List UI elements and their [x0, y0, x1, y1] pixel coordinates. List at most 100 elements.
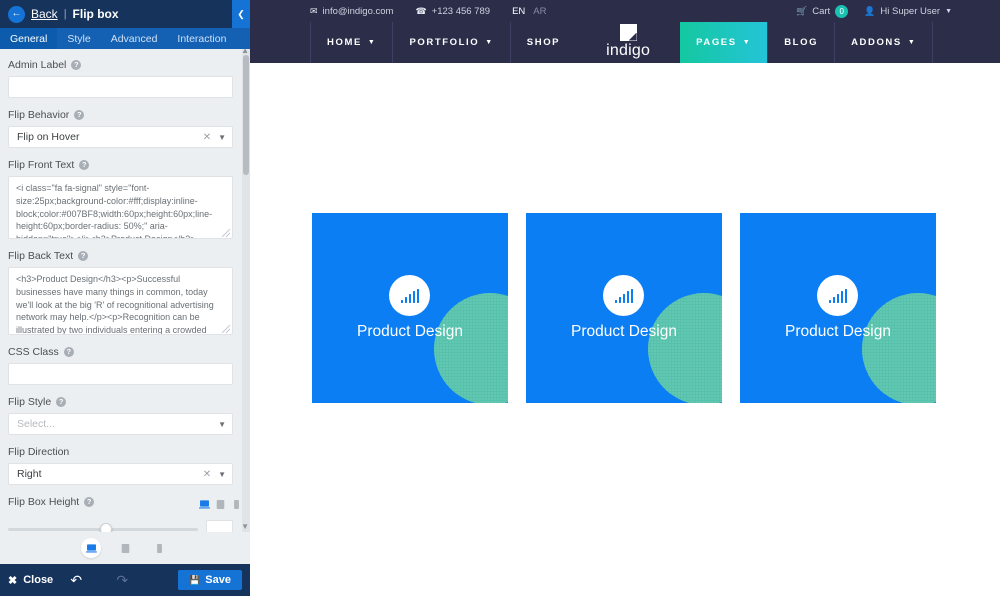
clear-icon[interactable]: ✕	[203, 469, 211, 480]
help-icon[interactable]: ?	[78, 251, 88, 261]
nav-item-portfolio[interactable]: PORTFOLIO ▼	[392, 22, 509, 63]
chevron-down-icon[interactable]: ▼	[218, 420, 226, 429]
tab-style[interactable]: Style	[57, 28, 100, 49]
help-icon[interactable]: ?	[74, 110, 84, 120]
flip-front-text-label: Flip Front Text ?	[8, 159, 242, 171]
help-icon[interactable]: ?	[56, 397, 66, 407]
back-button[interactable]: Back	[31, 7, 58, 21]
user-menu[interactable]: 👤 Hi Super User ▼	[864, 6, 952, 17]
flip-behavior-select[interactable]: Flip on Hover ✕ ▼	[8, 126, 233, 148]
signal-bars-icon	[817, 275, 858, 316]
save-button[interactable]: 💾 Save	[178, 570, 242, 590]
flip-front-text-value: <i class="fa fa-signal" style="font-size…	[16, 183, 212, 239]
shopping-cart-icon: 🛒	[796, 6, 807, 17]
nav-home-label: HOME	[327, 37, 362, 48]
chevron-down-icon[interactable]: ▼	[218, 470, 226, 479]
logo-text: indigo	[606, 42, 650, 60]
nav-item-pages[interactable]: PAGES ▼	[680, 22, 767, 63]
preview-mobile-button[interactable]	[149, 538, 169, 558]
card-content: Product Design	[785, 275, 891, 341]
resize-grip-icon[interactable]	[222, 229, 230, 237]
tab-interaction[interactable]: Interaction	[167, 28, 236, 49]
flip-front-text-textarea[interactable]: <i class="fa fa-signal" style="font-size…	[8, 176, 233, 239]
flip-box-row: Product Design Product Design	[312, 213, 936, 403]
flip-style-placeholder: Select...	[17, 418, 218, 430]
lang-ar[interactable]: AR	[533, 6, 546, 17]
cart-label: Cart	[812, 6, 830, 17]
save-label: Save	[205, 574, 231, 586]
user-label: Hi Super User	[880, 6, 940, 17]
flip-back-text-label: Flip Back Text ?	[8, 250, 242, 262]
settings-tabs: General Style Advanced Interaction	[0, 28, 250, 49]
resize-grip-icon[interactable]	[222, 325, 230, 333]
site-nav: HOME ▼ PORTFOLIO ▼ SHOP indigo PAGES ▼	[250, 22, 1000, 63]
flip-box-height-header: Flip Box Height ?	[8, 496, 242, 513]
tab-general[interactable]: General	[0, 28, 57, 49]
flip-box-card[interactable]: Product Design	[526, 213, 722, 403]
clear-icon[interactable]: ✕	[203, 132, 211, 143]
nav-item-blog[interactable]: BLOG	[767, 22, 834, 63]
admin-label-label: Admin Label ?	[8, 59, 242, 71]
flip-box-card[interactable]: Product Design	[312, 213, 508, 403]
flip-direction-select[interactable]: Right ✕ ▼	[8, 463, 233, 485]
settings-panel: Admin Label ? Flip Behavior ? Flip on Ho…	[0, 49, 250, 532]
undo-icon[interactable]: ↶	[53, 572, 99, 589]
height-slider[interactable]	[8, 522, 198, 532]
desktop-icon[interactable]	[199, 499, 210, 510]
chevron-left-icon[interactable]: ❮	[232, 0, 250, 28]
redo-icon[interactable]: ↷	[99, 572, 145, 589]
field-flip-back-text: Flip Back Text ? <h3>Product Design</h3>…	[8, 250, 242, 335]
admin-label-text: Admin Label	[8, 59, 66, 71]
flip-style-label: Flip Style ?	[8, 396, 242, 408]
flip-box-height-control	[8, 520, 242, 532]
nav-item-home[interactable]: HOME ▼	[310, 22, 392, 63]
help-icon[interactable]: ?	[64, 347, 74, 357]
field-flip-style: Flip Style ? Select... ▼	[8, 396, 242, 435]
arrow-left-icon[interactable]: ←	[8, 6, 25, 23]
settings-sidebar: ← Back | Flip box ❮ General Style Advanc…	[0, 0, 250, 596]
user-circle-icon: 👤	[864, 6, 875, 17]
help-icon[interactable]: ?	[79, 160, 89, 170]
slider-knob[interactable]	[100, 523, 112, 532]
site-logo[interactable]: indigo	[578, 22, 678, 63]
chevron-down-icon: ▼	[908, 39, 917, 46]
nav-item-addons[interactable]: ADDONS ▼	[834, 22, 933, 63]
scrollbar-thumb[interactable]	[243, 55, 249, 175]
signal-bars-icon	[603, 275, 644, 316]
chevron-down-icon[interactable]: ▼	[218, 133, 226, 142]
chevron-down-icon: ▼	[368, 39, 377, 46]
contact-phone[interactable]: ☎ +123 456 789	[415, 6, 490, 17]
help-icon[interactable]: ?	[71, 60, 81, 70]
tablet-icon[interactable]	[215, 499, 226, 510]
topbar-right: 🛒 Cart 0 👤 Hi Super User ▼	[796, 5, 1000, 18]
close-label: Close	[23, 574, 53, 586]
close-button[interactable]: ✖ Close	[8, 574, 53, 587]
field-flip-front-text: Flip Front Text ? <i class="fa fa-signal…	[8, 159, 242, 239]
flip-back-text-textarea[interactable]: <h3>Product Design</h3><p>Successful bus…	[8, 267, 233, 335]
flip-box-card[interactable]: Product Design	[740, 213, 936, 403]
preview-tablet-button[interactable]	[115, 538, 135, 558]
field-admin-label: Admin Label ?	[8, 59, 242, 98]
contact-email[interactable]: ✉ info@indigo.com	[310, 6, 393, 17]
css-class-input[interactable]	[8, 363, 233, 385]
tab-advanced[interactable]: Advanced	[101, 28, 168, 49]
flip-behavior-value: Flip on Hover	[17, 131, 203, 143]
css-class-label: CSS Class ?	[8, 346, 242, 358]
flip-style-select[interactable]: Select... ▼	[8, 413, 233, 435]
cart-link[interactable]: 🛒 Cart 0	[796, 5, 848, 18]
chevron-down-icon: ▼	[945, 8, 952, 15]
height-number-input[interactable]	[206, 520, 233, 532]
help-icon[interactable]: ?	[84, 497, 94, 507]
preview-desktop-button[interactable]	[81, 538, 101, 558]
flip-back-text-label-text: Flip Back Text	[8, 250, 73, 262]
editor-window: ← Back | Flip box ❮ General Style Advanc…	[0, 0, 1000, 596]
scroll-down-icon[interactable]: ▼	[241, 522, 249, 531]
nav-item-shop[interactable]: SHOP	[510, 22, 576, 63]
sidebar-scrollbar[interactable]: ▲ ▼	[242, 49, 250, 532]
mobile-icon[interactable]	[231, 499, 242, 510]
sidebar-header: ← Back | Flip box ❮	[0, 0, 250, 28]
admin-label-input[interactable]	[8, 76, 233, 98]
card-title: Product Design	[357, 323, 463, 341]
field-flip-box-height: Flip Box Height ?	[8, 496, 242, 532]
lang-en[interactable]: EN	[512, 6, 525, 17]
